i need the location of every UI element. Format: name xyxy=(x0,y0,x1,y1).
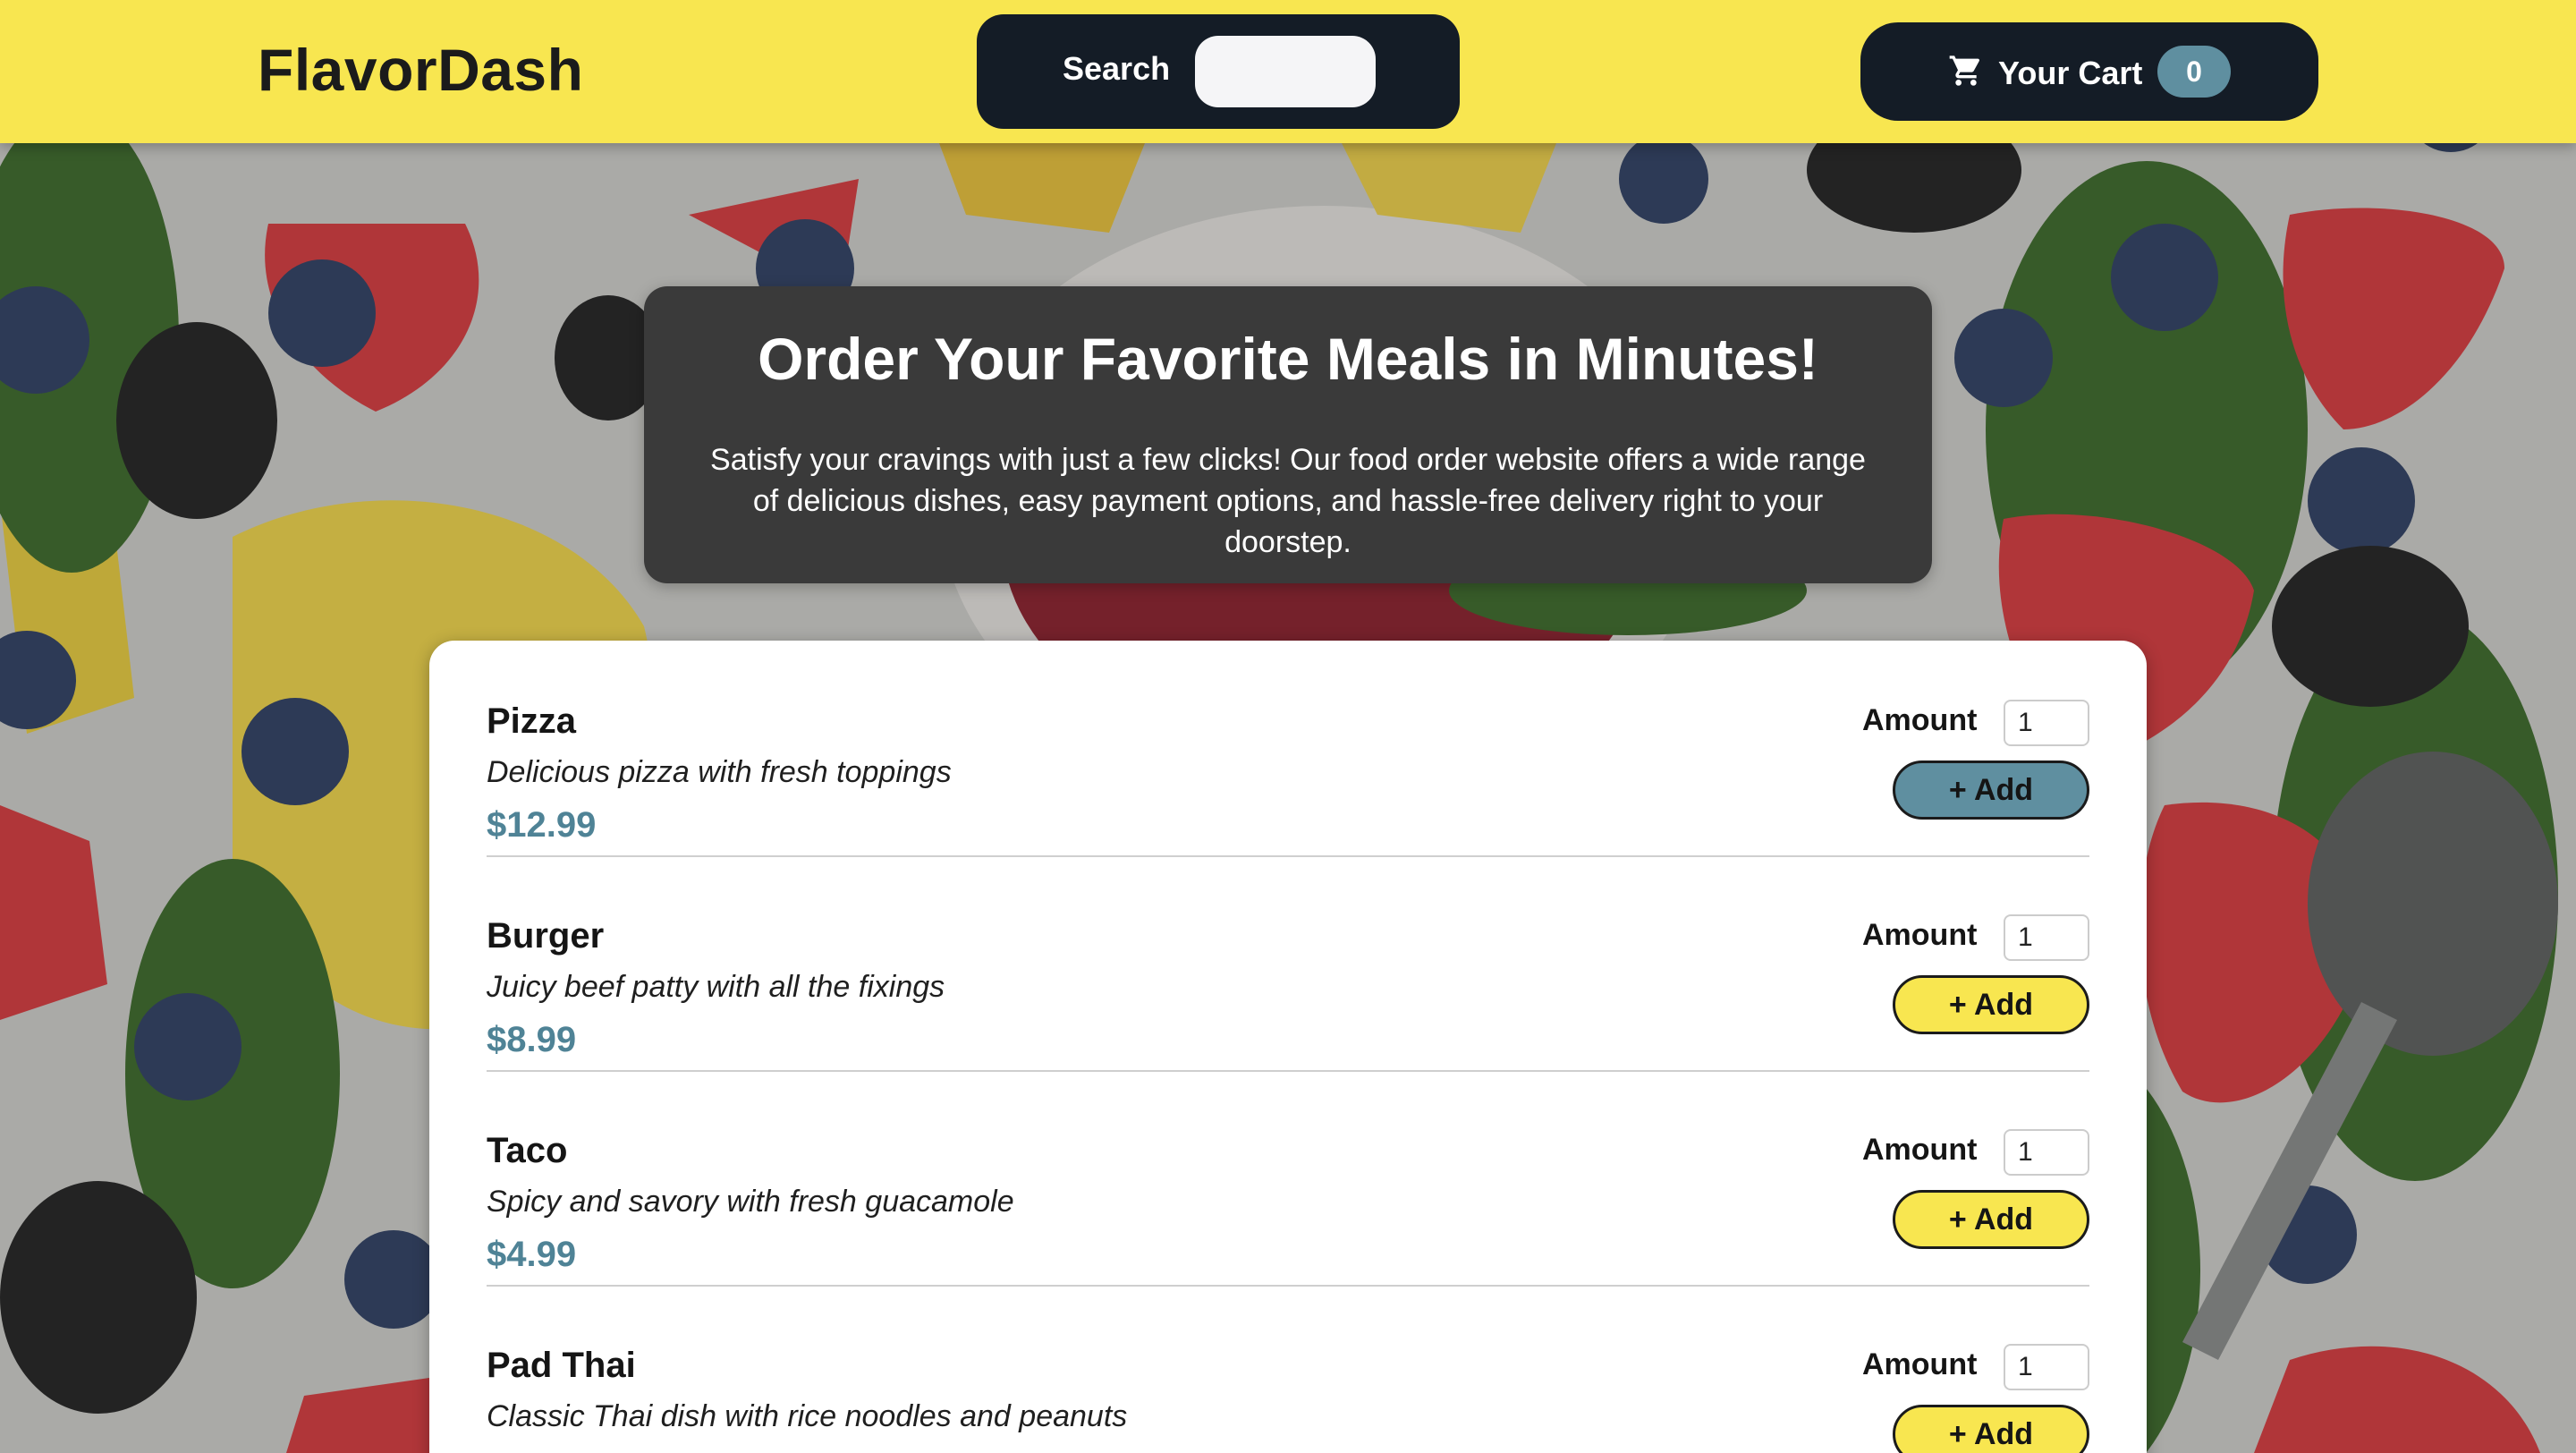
add-button[interactable]: + Add xyxy=(1893,1190,2089,1249)
cart-label: Your Cart xyxy=(1998,55,2143,91)
meal-item-pad-thai: Pad Thai Classic Thai dish with rice noo… xyxy=(487,1285,2089,1453)
top-navbar: FlavorDash Search Your Cart 0 xyxy=(0,0,2576,143)
amount-label: Amount xyxy=(1862,1347,1978,1381)
meal-description: Delicious pizza with fresh toppings xyxy=(487,755,952,789)
meal-name: Pizza xyxy=(487,701,577,741)
site-logo[interactable]: FlavorDash xyxy=(258,36,583,104)
cart-count-badge: 0 xyxy=(2157,46,2231,98)
meal-description: Spicy and savory with fresh guacamole xyxy=(487,1185,1014,1219)
meal-description: Classic Thai dish with rice noodles and … xyxy=(487,1399,1128,1433)
add-button[interactable]: + Add xyxy=(1893,760,2089,820)
hero-description: Satisfy your cravings with just a few cl… xyxy=(710,443,1866,560)
search-input[interactable] xyxy=(1195,36,1376,107)
hero-banner: Order Your Favorite Meals in Minutes! Sa… xyxy=(644,286,1932,583)
meal-price: $8.99 xyxy=(487,1020,577,1059)
amount-label: Amount xyxy=(1862,918,1978,952)
meal-item-burger: Burger Juicy beef patty with all the fix… xyxy=(487,855,2089,1072)
meal-item-taco: Taco Spicy and savory with fresh guacamo… xyxy=(487,1070,2089,1287)
meal-name: Pad Thai xyxy=(487,1346,636,1385)
meals-list: Pizza Delicious pizza with fresh topping… xyxy=(429,641,2147,1453)
meal-price: $12.99 xyxy=(487,805,597,845)
meal-description: Juicy beef patty with all the fixings xyxy=(487,970,945,1004)
meal-item-pizza: Pizza Delicious pizza with fresh topping… xyxy=(487,641,2089,857)
your-cart-button[interactable]: Your Cart 0 xyxy=(1860,22,2318,121)
amount-label: Amount xyxy=(1862,703,1978,737)
hero-title: Order Your Favorite Meals in Minutes! xyxy=(758,326,1818,392)
amount-input[interactable] xyxy=(2004,700,2089,746)
meal-price: $4.99 xyxy=(487,1235,577,1274)
add-button[interactable]: + Add xyxy=(1893,975,2089,1034)
add-button[interactable]: + Add xyxy=(1893,1405,2089,1453)
amount-label: Amount xyxy=(1862,1133,1978,1167)
amount-input[interactable] xyxy=(2004,1129,2089,1176)
search-bar: Search xyxy=(977,14,1460,129)
amount-input[interactable] xyxy=(2004,914,2089,961)
amount-input[interactable] xyxy=(2004,1344,2089,1390)
meal-name: Burger xyxy=(487,916,605,956)
meal-name: Taco xyxy=(487,1131,568,1170)
search-label: Search xyxy=(1063,50,1171,87)
shopping-cart-icon xyxy=(1949,55,1980,86)
